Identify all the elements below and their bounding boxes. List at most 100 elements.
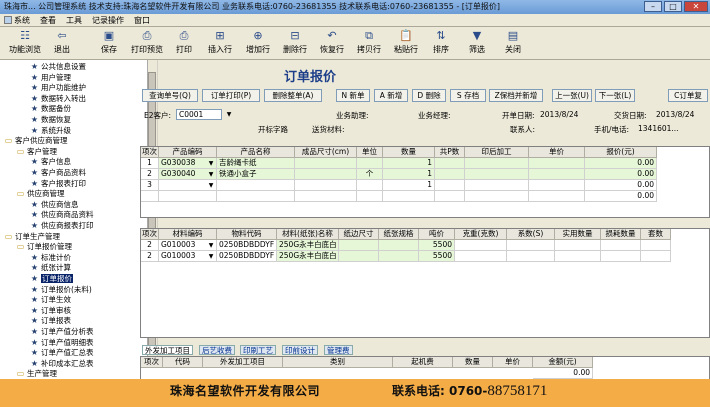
sidebar-item[interactable]: ★ 客户报表打印 <box>30 179 86 189</box>
grid-cell[interactable] <box>295 158 357 169</box>
tab-outsourcing[interactable]: 外发加工项目 <box>142 345 193 355</box>
sidebar-item[interactable]: ★ 订单生效 <box>30 295 71 305</box>
sidebar-item[interactable]: ★ 公共信息设置 <box>30 62 86 72</box>
delete-button[interactable]: D 删除 <box>412 89 446 102</box>
sidebar-item[interactable]: ★ 供应商报表打印 <box>30 221 94 231</box>
sidebar-item[interactable]: ★ 数据转入转出 <box>30 94 86 104</box>
grid-cell[interactable] <box>435 180 465 191</box>
tab-prepress-design[interactable]: 印前设计 <box>282 345 318 355</box>
grid-cell[interactable] <box>507 240 555 251</box>
chevron-down-icon[interactable]: ▼ <box>207 159 215 168</box>
minimize-button[interactable]: – <box>644 1 662 12</box>
column-header[interactable]: 类别 <box>283 357 393 368</box>
sidebar-item[interactable]: ▭ 供应商管理 <box>16 189 65 199</box>
add-row-button[interactable]: ⊕ 增加行 <box>243 29 273 58</box>
column-header[interactable]: 数量 <box>383 147 435 158</box>
sidebar-item[interactable]: ★ 订单产值分析表 <box>30 327 94 337</box>
grid-cell[interactable] <box>379 240 419 251</box>
grid-cell[interactable]: 0.00 <box>585 158 657 169</box>
grid-cell[interactable] <box>159 191 217 202</box>
previous-button[interactable]: 上一张(U) <box>552 89 592 102</box>
grid-cell[interactable]: 250G永丰白底白 <box>277 240 339 251</box>
column-header[interactable]: 产品名称 <box>217 147 295 158</box>
column-header[interactable]: 损耗数量 <box>601 229 641 240</box>
amount-cell[interactable]: 0.00 <box>533 368 593 379</box>
material-grid[interactable]: 项次 材料编码 物料代码 材料(纸张)名称 纸边尺寸 纸张规格 吨价 克重(克数) 系数(S) 实… <box>140 228 710 338</box>
grid-cell[interactable]: 铁通小盒子 <box>217 169 295 180</box>
grid-cell[interactable] <box>141 191 159 202</box>
grid-cell[interactable] <box>465 180 529 191</box>
sidebar-item[interactable]: ▭ 客户管理 <box>16 147 57 157</box>
column-header[interactable]: 材料(纸张)名称 <box>277 229 339 240</box>
grid-cell[interactable]: 0250BDBDDYF <box>217 251 277 262</box>
sidebar-item[interactable]: ★ 客户商品资料 <box>30 168 86 178</box>
print-button[interactable]: ⎙ 打印 <box>173 29 195 58</box>
grid-cell[interactable] <box>529 158 585 169</box>
sidebar-item[interactable]: ★ 订单报价(未料) <box>30 285 92 295</box>
column-header[interactable]: 物料代码 <box>217 229 277 240</box>
sidebar-item[interactable]: ★ 补印成本汇总表 <box>30 359 94 369</box>
sidebar-item[interactable]: ★ 用户管理 <box>30 73 71 83</box>
delivery-date-value[interactable]: 2013/8/24 <box>656 110 694 119</box>
column-header[interactable]: 项次 <box>141 147 159 158</box>
grid-cell[interactable]: 吉龄绳卡纸 <box>217 158 295 169</box>
insert-row-button[interactable]: ⊞ 插入行 <box>205 29 235 58</box>
query-order-button[interactable]: 查询单号(Q) <box>142 89 198 102</box>
chevron-down-icon[interactable]: ▼ <box>207 252 215 261</box>
sidebar-item[interactable]: ★ 订单报价 <box>30 274 73 284</box>
grid-cell[interactable] <box>465 169 529 180</box>
column-header[interactable]: 克重(克数) <box>455 229 507 240</box>
column-header[interactable]: 成品尺寸(cm) <box>295 147 357 158</box>
grid-cell[interactable] <box>555 251 601 262</box>
grid-cell[interactable]: 250G永丰白底白 <box>277 251 339 262</box>
grid-cell[interactable]: 1 <box>383 158 435 169</box>
tab-print-process[interactable]: 印刷工艺 <box>240 345 276 355</box>
column-header[interactable]: 套数 <box>641 229 671 240</box>
menu-view[interactable]: 查看 <box>40 15 56 26</box>
order-date-value[interactable]: 2013/8/24 <box>540 110 578 119</box>
sidebar-item[interactable]: ★ 客户信息 <box>30 157 71 167</box>
grid-cell[interactable] <box>295 169 357 180</box>
sort-button[interactable]: ⇅ 排序 <box>430 29 452 58</box>
grid-cell[interactable] <box>357 191 383 202</box>
grid-cell[interactable] <box>295 180 357 191</box>
column-header[interactable]: 纸边尺寸 <box>339 229 379 240</box>
column-header[interactable]: 产品编码 <box>159 147 217 158</box>
column-header[interactable]: 系数(S) <box>507 229 555 240</box>
exit-button[interactable]: ⇦ 退出 <box>50 29 74 58</box>
sidebar-item[interactable]: ★ 供应商商品资料 <box>30 210 94 220</box>
grid-cell[interactable] <box>465 158 529 169</box>
column-header[interactable]: 材料编码 <box>159 229 217 240</box>
grid-cell[interactable]: 0.00 <box>585 169 657 180</box>
grid-cell[interactable]: 0250BDBDDYF <box>217 240 277 251</box>
grid-cell[interactable] <box>339 240 379 251</box>
sidebar-item[interactable]: ★ 订单产值明细表 <box>30 338 94 348</box>
column-header[interactable]: 印后加工 <box>465 147 529 158</box>
menu-system[interactable]: 系统 <box>4 15 30 26</box>
sidebar-item[interactable]: ★ 订单产值汇总表 <box>30 348 94 358</box>
print-preview-button[interactable]: ⎙ 打印预览 <box>128 29 166 58</box>
grid-cell[interactable]: 2 <box>141 251 159 262</box>
sidebar-item[interactable]: ★ 标准计价 <box>30 253 71 263</box>
grid-cell[interactable]: 3 <box>141 180 159 191</box>
print-order-button[interactable]: 订单打印(P) <box>202 89 260 102</box>
column-header[interactable]: 报价(元) <box>585 147 657 158</box>
sidebar-item[interactable]: ★ 纸张计算 <box>30 263 71 273</box>
customer-select[interactable]: C0001 <box>176 109 222 120</box>
grid-cell[interactable]: 1 <box>141 158 159 169</box>
grid-cell[interactable]: 2 <box>141 169 159 180</box>
grid-cell[interactable]: 1 <box>383 169 435 180</box>
paste-row-button[interactable]: 📋 粘贴行 <box>391 29 421 58</box>
grid-cell[interactable] <box>529 180 585 191</box>
grid-cell[interactable] <box>435 169 465 180</box>
grid-cell[interactable]: 个 <box>357 169 383 180</box>
chevron-down-icon[interactable]: ▼ <box>225 110 233 119</box>
sidebar-item[interactable]: ▭ 客户供应商管理 <box>4 136 68 146</box>
tab-management-fee[interactable]: 管理费 <box>324 345 353 355</box>
grid-cell[interactable] <box>555 240 601 251</box>
column-header[interactable]: 外发加工项目 <box>203 357 283 368</box>
product-grid[interactable]: 项次 产品编码 产品名称 成品尺寸(cm) 单位 数量 共P数 印后加工 单价 报价(元) 1 G03… <box>140 146 710 218</box>
grid-cell[interactable] <box>217 180 295 191</box>
grid-cell[interactable] <box>455 251 507 262</box>
sidebar-item[interactable]: ★ 订单审核 <box>30 306 71 316</box>
